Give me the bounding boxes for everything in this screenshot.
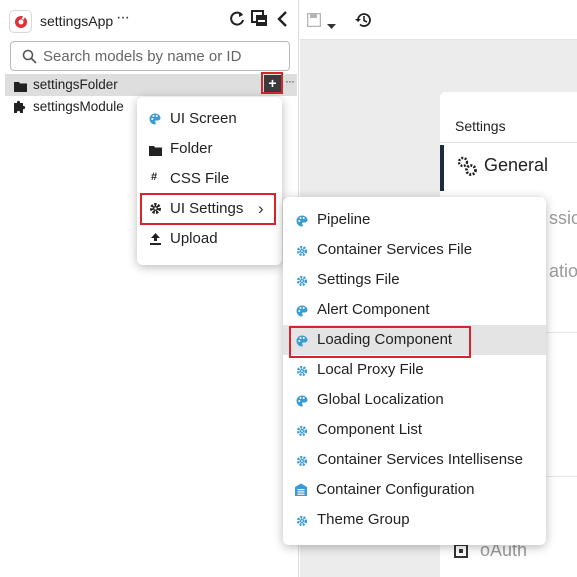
submenu-item-local-proxy-file[interactable]: Local Proxy File — [283, 355, 546, 385]
palette-icon — [296, 304, 308, 322]
row-more-icon[interactable]: ··· — [285, 74, 295, 88]
palette-icon — [296, 394, 308, 412]
hash-icon: # — [151, 171, 158, 183]
submenu-item-label: Alert Component — [317, 301, 430, 318]
app-logo-icon[interactable] — [9, 10, 32, 33]
submenu-item-label: Container Configuration — [316, 481, 475, 498]
submenu-item-label: Local Proxy File — [317, 361, 424, 378]
gear-icon — [296, 424, 308, 442]
settings-nav-general[interactable]: General — [440, 145, 577, 191]
chevron-down-icon[interactable] — [327, 17, 336, 35]
submenu-item-label: Settings File — [317, 271, 400, 288]
app-header: settingsApp ··· — [0, 0, 299, 40]
ui-settings-submenu: Pipeline Container Services File Settings … — [283, 197, 546, 545]
submenu-item-pipeline[interactable]: Pipeline — [283, 205, 546, 235]
menu-item-folder[interactable]: Folder — [137, 134, 282, 164]
submenu-item-label: Global Localization — [317, 391, 444, 408]
upload-icon — [150, 232, 161, 250]
gear-icon — [296, 274, 308, 292]
menu-item-label: Upload — [170, 230, 218, 247]
menu-item-ui-screen[interactable]: UI Screen — [137, 104, 282, 134]
submenu-item-component-list[interactable]: Component List — [283, 415, 546, 445]
menu-item-css-file[interactable]: # CSS File — [137, 164, 282, 194]
submenu-item-alert-component[interactable]: Alert Component — [283, 295, 546, 325]
submenu-item-label: Container Services Intellisense — [317, 451, 523, 468]
palette-icon — [149, 112, 161, 130]
gear-icon — [296, 454, 308, 472]
submenu-item-container-services-file[interactable]: Container Services File — [283, 235, 546, 265]
app-more-icon[interactable]: ··· — [116, 9, 130, 27]
collapse-all-icon[interactable] — [251, 10, 271, 30]
editor-toolbar — [300, 0, 577, 40]
search-icon — [22, 49, 37, 64]
search-input[interactable] — [43, 46, 283, 66]
settings-panel-title: Settings — [455, 118, 506, 134]
submenu-item-global-localization[interactable]: Global Localization — [283, 385, 546, 415]
submenu-item-container-services-intellisense[interactable]: Container Services Intellisense — [283, 445, 546, 475]
tree-item-label: settingsFolder — [33, 77, 118, 92]
submenu-item-label: Container Services File — [317, 241, 473, 258]
submenu-item-label: Component List — [317, 421, 423, 438]
submenu-item-label: Theme Group — [317, 511, 410, 528]
settings-nav-label: General — [484, 155, 549, 175]
search-box[interactable] — [10, 41, 290, 71]
loading-component-highlight — [289, 326, 471, 358]
gear-icon — [296, 244, 308, 262]
save-icon[interactable] — [306, 12, 322, 32]
submenu-item-theme-group[interactable]: Theme Group — [283, 505, 546, 535]
submenu-item-settings-file[interactable]: Settings File — [283, 265, 546, 295]
new-item-menu: UI Screen Folder # CSS File UI Settings … — [137, 97, 282, 265]
divider — [440, 142, 577, 143]
tree-item-label: settingsModule — [33, 99, 124, 114]
folder-icon — [14, 79, 27, 97]
submenu-item-label: Pipeline — [317, 211, 371, 228]
database-icon — [294, 483, 308, 502]
gears-icon — [456, 155, 478, 182]
settings-nav-partial[interactable]: ation — [549, 261, 577, 282]
sidebar: settingsApp ··· settingsFolder + ··· set… — [0, 0, 299, 577]
menu-item-label: UI Screen — [170, 110, 237, 127]
ui-settings-highlight — [140, 193, 276, 225]
settings-nav-partial[interactable]: ssion — [549, 208, 577, 229]
history-icon[interactable] — [354, 11, 372, 34]
gear-icon — [296, 364, 308, 382]
app-name[interactable]: settingsApp — [40, 13, 113, 29]
submenu-item-container-configuration[interactable]: Container Configuration — [283, 475, 546, 505]
menu-item-label: Folder — [170, 140, 213, 157]
folder-icon — [149, 143, 162, 161]
puzzle-icon — [14, 100, 27, 118]
tree-item-settings-folder[interactable]: settingsFolder + ··· — [5, 74, 297, 96]
collapse-sidebar-icon[interactable] — [275, 10, 295, 30]
add-button-highlight — [261, 72, 283, 94]
palette-icon — [296, 214, 308, 232]
gear-icon — [296, 514, 308, 532]
refresh-icon[interactable] — [228, 10, 248, 30]
menu-item-label: CSS File — [170, 170, 230, 187]
menu-item-upload[interactable]: Upload — [137, 224, 282, 254]
oauth-icon — [454, 544, 468, 558]
